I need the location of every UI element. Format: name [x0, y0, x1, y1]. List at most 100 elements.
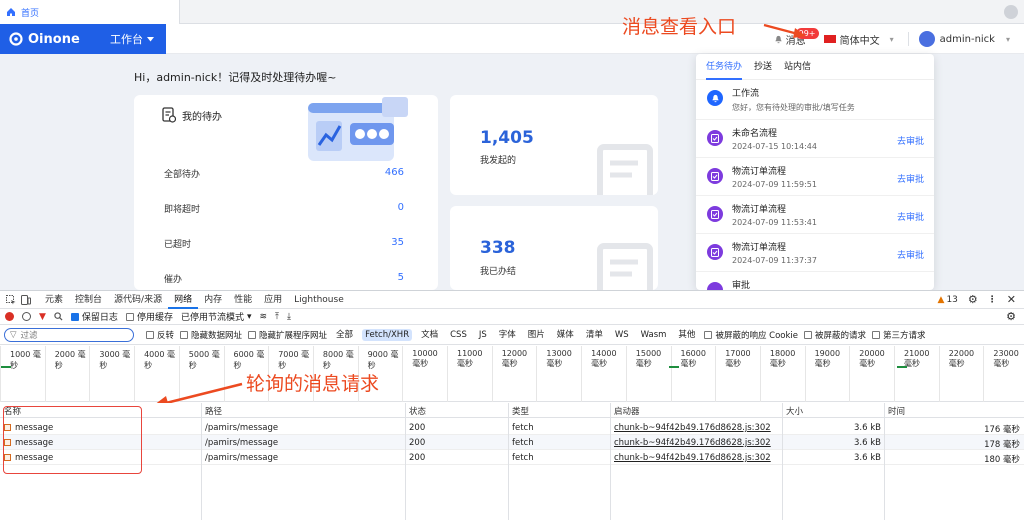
tab-task-todo[interactable]: 任务待办: [706, 54, 743, 80]
column-divider[interactable]: [884, 403, 885, 520]
type-chip-img[interactable]: 图片: [525, 329, 548, 341]
type-chip-other[interactable]: 其他: [675, 329, 698, 341]
filter-funnel-icon[interactable]: ▼: [39, 312, 46, 322]
filter-input[interactable]: ▽ 过滤: [4, 327, 134, 342]
table-row[interactable]: message /pamirs/message 200 fetch chunk-…: [0, 450, 1024, 465]
blocked-requests-toggle[interactable]: 被屏蔽的请求: [804, 329, 866, 341]
caret-down-icon: ▾: [889, 34, 894, 44]
type-chip-font[interactable]: 字体: [496, 329, 519, 341]
column-header-size[interactable]: 大小: [786, 405, 803, 417]
timeline-tick: 10000 毫秒: [402, 346, 447, 402]
blocked-cookies-toggle[interactable]: 被屏蔽的响应 Cookie: [704, 329, 798, 341]
device-toggle-icon[interactable]: [21, 294, 31, 305]
settings-gear-icon[interactable]: ⚙: [968, 293, 978, 306]
approve-link[interactable]: 去审批: [897, 134, 924, 147]
devtools-tab-memory[interactable]: 内存: [198, 291, 228, 309]
tab-inbox[interactable]: 站内信: [784, 54, 811, 80]
hide-data-urls-toggle[interactable]: 隐藏数据网址: [180, 329, 242, 341]
network-settings-gear-icon[interactable]: ⚙: [1006, 310, 1016, 323]
type-chip-doc[interactable]: 文档: [418, 329, 441, 341]
throttle-select[interactable]: 已停用节流模式 ▾: [181, 310, 252, 324]
timeline-request-mark: [669, 366, 679, 368]
notification-item[interactable]: 物流订单流程 2024-07-09 11:59:51 去审批: [696, 158, 934, 196]
logo[interactable]: Oinone: [0, 32, 110, 47]
tab-menu-icon[interactable]: [1004, 5, 1018, 19]
column-header-time[interactable]: 时间: [888, 405, 905, 417]
table-row[interactable]: message /pamirs/message 200 fetch chunk-…: [0, 435, 1024, 450]
column-divider[interactable]: [782, 403, 783, 520]
blocked-requests-label: 被屏蔽的请求: [815, 330, 867, 341]
type-chip-manifest[interactable]: 清单: [583, 329, 606, 341]
third-party-toggle[interactable]: 第三方请求: [872, 329, 926, 341]
type-chip-fetch-xhr[interactable]: Fetch/XHR: [362, 328, 413, 341]
tab-cc[interactable]: 抄送: [754, 54, 772, 80]
type-chip-css[interactable]: CSS: [447, 329, 470, 341]
devtools-tab-console[interactable]: 控制台: [69, 291, 108, 309]
notification-item[interactable]: 未命名流程 2024-07-15 10:14:44 去审批: [696, 120, 934, 158]
cell-initiator-link[interactable]: chunk-b~94f42b49.176d8628.js:302: [614, 453, 771, 463]
type-chip-js[interactable]: JS: [476, 329, 490, 341]
disable-cache-toggle[interactable]: 停用缓存: [125, 310, 173, 323]
cell-initiator-link[interactable]: chunk-b~94f42b49.176d8628.js:302: [614, 438, 771, 448]
close-icon[interactable]: ✕: [1007, 293, 1016, 306]
todo-row-timeout[interactable]: 已超时 35: [164, 237, 404, 250]
timeline-tick: 18000 毫秒: [759, 346, 805, 402]
devtools-tab-sources[interactable]: 源代码/来源: [108, 291, 168, 309]
todo-row-all[interactable]: 全部待办 466: [164, 167, 404, 180]
notification-item[interactable]: 物流订单流程 2024-07-09 11:53:41 去审批: [696, 196, 934, 234]
column-divider[interactable]: [610, 403, 611, 520]
devtools-tab-lighthouse[interactable]: Lighthouse: [288, 291, 350, 309]
user-menu[interactable]: admin-nick ▾: [918, 31, 1010, 47]
table-row[interactable]: message /pamirs/message 200 fetch chunk-…: [0, 420, 1024, 435]
search-icon[interactable]: [54, 312, 63, 321]
stat-card-initiated[interactable]: 1,405 我发起的: [450, 95, 658, 195]
devtools-tab-application[interactable]: 应用: [258, 291, 288, 309]
issues-counter[interactable]: ▲ 13: [938, 295, 958, 305]
approve-link[interactable]: 去审批: [897, 210, 924, 223]
column-divider[interactable]: [201, 403, 202, 520]
devtools-tabs: 元素 控制台 源代码/来源 网络 内存 性能 应用 Lighthouse ▲ 1…: [0, 291, 1024, 309]
todo-row-value: 5: [397, 272, 404, 283]
inspect-icon[interactable]: [6, 294, 16, 305]
devtools-tab-performance[interactable]: 性能: [228, 291, 258, 309]
column-divider[interactable]: [405, 403, 406, 520]
type-chip-media[interactable]: 媒体: [554, 329, 577, 341]
column-divider[interactable]: [508, 403, 509, 520]
greeting: Hi，admin-nick！记得及时处理待办喔~: [134, 71, 337, 84]
more-options-icon[interactable]: ⋮: [988, 295, 997, 305]
checkbox: [146, 330, 154, 339]
devtools-tab-network[interactable]: 网络: [168, 291, 199, 309]
type-chip-all[interactable]: 全部: [333, 329, 356, 341]
stat-card-finished[interactable]: 338 我已办结: [450, 206, 658, 290]
network-toolbar: ▼ 保留日志 停用缓存 已停用节流模式 ▾ ≋ ⤒ ⤓ ⚙: [0, 309, 1024, 325]
column-header-type[interactable]: 类型: [512, 405, 529, 417]
column-header-initiator[interactable]: 启动器: [614, 405, 640, 417]
notification-item[interactable]: 物流订单流程 2024-07-09 11:37:37 去审批: [696, 234, 934, 272]
preserve-log-toggle[interactable]: 保留日志: [70, 310, 118, 323]
timeline-request-mark: [897, 366, 907, 368]
export-har-icon[interactable]: ⤓: [287, 312, 291, 322]
type-chip-ws[interactable]: WS: [612, 329, 632, 341]
type-chip-wasm[interactable]: Wasm: [638, 329, 670, 341]
network-conditions-icon[interactable]: ≋: [260, 312, 268, 322]
approve-link[interactable]: 去审批: [897, 248, 924, 261]
cell-initiator-link[interactable]: chunk-b~94f42b49.176d8628.js:302: [614, 423, 771, 433]
caret-down-icon: ▾: [1005, 34, 1010, 44]
hide-ext-urls-toggle[interactable]: 隐藏扩展程序网址: [248, 329, 327, 341]
notification-item[interactable]: 审批: [696, 272, 934, 290]
browser-tab-home[interactable]: 首页: [0, 0, 180, 24]
todo-row-urge[interactable]: 催办 5: [164, 272, 404, 285]
language-selector[interactable]: 简体中文 ▾: [823, 32, 894, 47]
column-header-path[interactable]: 路径: [205, 405, 222, 417]
import-har-icon[interactable]: ⤒: [275, 312, 279, 322]
devtools-tab-elements[interactable]: 元素: [39, 291, 69, 309]
todo-row-near-timeout[interactable]: 即将超时 0: [164, 202, 404, 215]
workbench-menu[interactable]: 工作台: [110, 31, 154, 47]
notification-item[interactable]: 工作流 您好，您有待处理的审批/填写任务: [696, 80, 934, 120]
clear-icon[interactable]: [22, 312, 31, 321]
record-icon[interactable]: [5, 312, 14, 321]
column-header-status[interactable]: 状态: [409, 405, 426, 417]
invert-toggle[interactable]: 反转: [146, 329, 174, 341]
checkbox: [70, 312, 79, 321]
approve-link[interactable]: 去审批: [897, 172, 924, 185]
